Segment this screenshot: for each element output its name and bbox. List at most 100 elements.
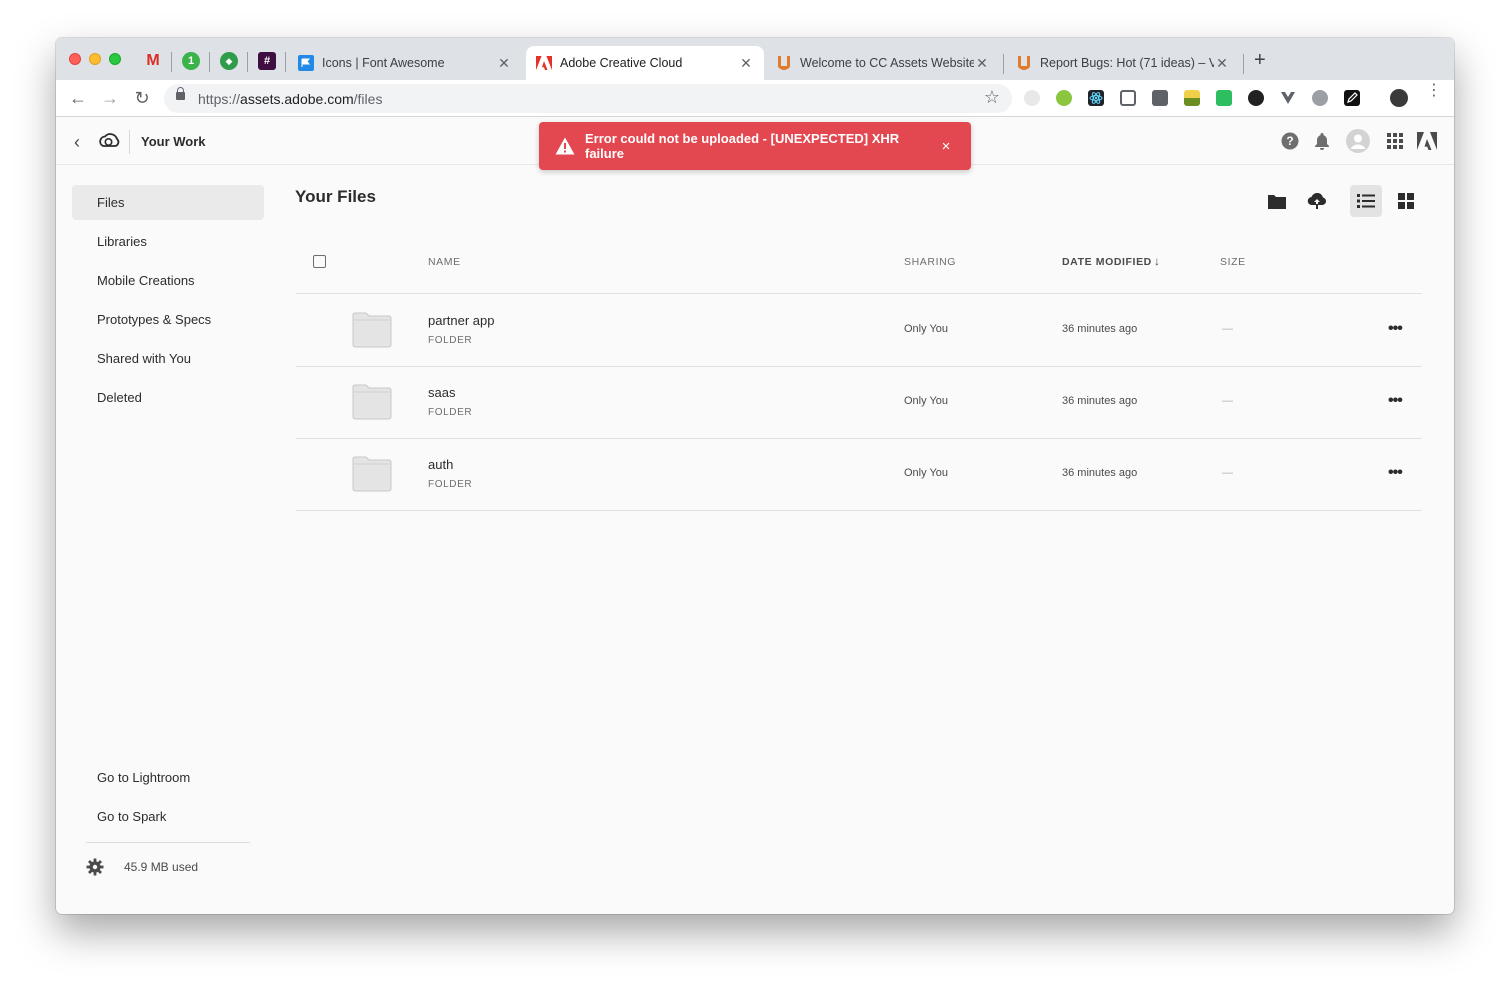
reload-button[interactable]: ↻: [131, 87, 153, 109]
onepassword-icon[interactable]: 1: [182, 52, 200, 70]
file-name[interactable]: partner app: [428, 313, 495, 328]
close-tab-icon[interactable]: ✕: [496, 55, 512, 72]
address-bar[interactable]: https://assets.adobe.com/files ☆: [164, 84, 1012, 113]
modified-cell: 36 minutes ago: [1062, 395, 1138, 407]
more-actions-icon[interactable]: •••: [1388, 464, 1403, 482]
storage-usage: 45.9 MB used: [86, 858, 198, 876]
forward-button[interactable]: →: [99, 87, 121, 109]
close-tab-icon[interactable]: ✕: [738, 55, 754, 72]
file-type: FOLDER: [428, 479, 473, 490]
help-icon[interactable]: ?: [1280, 131, 1300, 151]
sidebar-nav: Files Libraries Mobile Creations Prototy…: [72, 185, 264, 419]
zoom-window-button[interactable]: [109, 53, 121, 65]
back-button[interactable]: ←: [67, 87, 89, 109]
toast-message: Error could not be uploaded - [UNEXPECTE…: [585, 131, 900, 161]
tab-title: Welcome to CC Assets Website: [800, 56, 974, 70]
slack-icon[interactable]: #: [258, 52, 276, 70]
svg-text:?: ?: [1286, 134, 1293, 148]
bookmark-star-icon[interactable]: ☆: [984, 87, 1000, 108]
column-header-name[interactable]: NAME: [428, 256, 461, 268]
tab-cc-assets-website[interactable]: Welcome to CC Assets Website ✕: [766, 46, 1000, 80]
column-header-sharing[interactable]: SHARING: [904, 256, 956, 268]
sidebar-divider: [86, 842, 250, 843]
sidebar-item-libraries[interactable]: Libraries: [72, 224, 264, 259]
size-cell: —: [1222, 395, 1233, 407]
new-folder-icon[interactable]: [1261, 185, 1293, 217]
tab-adobe-creative-cloud[interactable]: Adobe Creative Cloud ✕: [526, 46, 764, 80]
file-name[interactable]: auth: [428, 457, 453, 472]
column-header-size[interactable]: SIZE: [1220, 256, 1246, 268]
sidebar-item-files[interactable]: Files: [72, 185, 264, 220]
tab-title: Report Bugs: Hot (71 ideas) – V: [1040, 56, 1214, 70]
ghostery-icon[interactable]: [1024, 90, 1040, 106]
upload-cloud-icon[interactable]: [1301, 185, 1333, 217]
select-all-checkbox[interactable]: [313, 255, 326, 268]
close-toast-button[interactable]: ×: [939, 138, 953, 155]
page-title: Your Files: [295, 187, 376, 206]
sidebar-item-shared-with-you[interactable]: Shared with You: [72, 341, 264, 376]
modified-cell: 36 minutes ago: [1062, 467, 1138, 479]
back-chevron-icon[interactable]: ‹: [74, 132, 80, 153]
new-tab-button[interactable]: +: [1254, 50, 1266, 70]
tab-strip: M 1 ◆ # Icons | Font Awesome ✕ Adobe Cre…: [56, 38, 1454, 80]
tab-separator: [209, 52, 210, 72]
gmail-icon[interactable]: M: [144, 52, 162, 70]
sort-descending-icon[interactable]: ↓: [1154, 254, 1161, 268]
tab-report-bugs[interactable]: Report Bugs: Hot (71 ideas) – V ✕: [1006, 46, 1240, 80]
sharing-cell: Only You: [904, 395, 949, 407]
profile-avatar-icon[interactable]: [1390, 89, 1408, 107]
gear-ext-icon[interactable]: [1312, 90, 1328, 106]
sidebar-item-mobile-creations[interactable]: Mobile Creations: [72, 263, 264, 298]
creative-cloud-logo-icon[interactable]: [96, 131, 120, 151]
go-to-lightroom-link[interactable]: Go to Lightroom: [72, 760, 264, 795]
tab-font-awesome[interactable]: Icons | Font Awesome ✕: [288, 46, 522, 80]
window-icon[interactable]: [1120, 90, 1136, 106]
vue-devtools-icon[interactable]: [1056, 90, 1072, 106]
tab-title: Icons | Font Awesome: [322, 56, 445, 70]
table-row[interactable]: auth FOLDER Only You 36 minutes ago — ••…: [296, 439, 1422, 511]
adobe-logo-icon[interactable]: [1417, 131, 1437, 151]
list-view-icon[interactable]: [1350, 185, 1382, 217]
tab-separator: [1243, 54, 1244, 74]
close-tab-icon[interactable]: ✕: [974, 55, 990, 72]
sidebar-bottom-links: Go to Lightroom Go to Spark: [72, 760, 264, 838]
file-name[interactable]: saas: [428, 385, 455, 400]
folder-icon: [352, 312, 392, 348]
table-header: NAME SHARING DATE MODIFIED ↓ SIZE: [296, 244, 1422, 294]
more-actions-icon[interactable]: •••: [1388, 392, 1403, 410]
settings-gear-icon[interactable]: [86, 858, 104, 876]
apps-grid-icon[interactable]: [1385, 131, 1405, 151]
sharing-cell: Only You: [904, 467, 949, 479]
table-row[interactable]: saas FOLDER Only You 36 minutes ago — ••…: [296, 367, 1422, 439]
close-window-button[interactable]: [69, 53, 81, 65]
flag-icon: [298, 55, 314, 71]
lock-icon: [176, 87, 185, 100]
header-divider: [129, 130, 130, 154]
sidebar-item-deleted[interactable]: Deleted: [72, 380, 264, 415]
landscape-icon[interactable]: [1184, 90, 1200, 106]
minimize-window-button[interactable]: [89, 53, 101, 65]
folder-icon: [352, 384, 392, 420]
user-avatar-icon[interactable]: [1346, 129, 1370, 153]
tab-separator: [1003, 54, 1004, 74]
more-actions-icon[interactable]: •••: [1388, 320, 1403, 338]
dark-circle-icon[interactable]: [1248, 90, 1264, 106]
vuejs-icon[interactable]: [1280, 90, 1296, 106]
close-tab-icon[interactable]: ✕: [1214, 55, 1230, 72]
table-row[interactable]: partner app FOLDER Only You 36 minutes a…: [296, 295, 1422, 367]
sidebar-item-prototypes-specs[interactable]: Prototypes & Specs: [72, 302, 264, 337]
browser-menu-button[interactable]: ⋮: [1426, 83, 1442, 99]
go-to-spark-link[interactable]: Go to Spark: [72, 799, 264, 834]
grid-view-icon[interactable]: [1390, 185, 1422, 217]
file-type: FOLDER: [428, 335, 473, 346]
diamond-app-icon[interactable]: ◆: [220, 52, 238, 70]
react-devtools-icon[interactable]: [1088, 90, 1104, 106]
evernote-icon[interactable]: [1216, 90, 1232, 106]
storage-used-text: 45.9 MB used: [124, 860, 199, 874]
image-icon[interactable]: [1152, 90, 1168, 106]
column-header-date-modified[interactable]: DATE MODIFIED: [1062, 256, 1152, 268]
error-toast: Error could not be uploaded - [UNEXPECTE…: [539, 122, 971, 170]
edit-icon[interactable]: [1344, 90, 1360, 106]
bell-icon[interactable]: [1312, 131, 1332, 151]
size-cell: —: [1222, 467, 1233, 479]
